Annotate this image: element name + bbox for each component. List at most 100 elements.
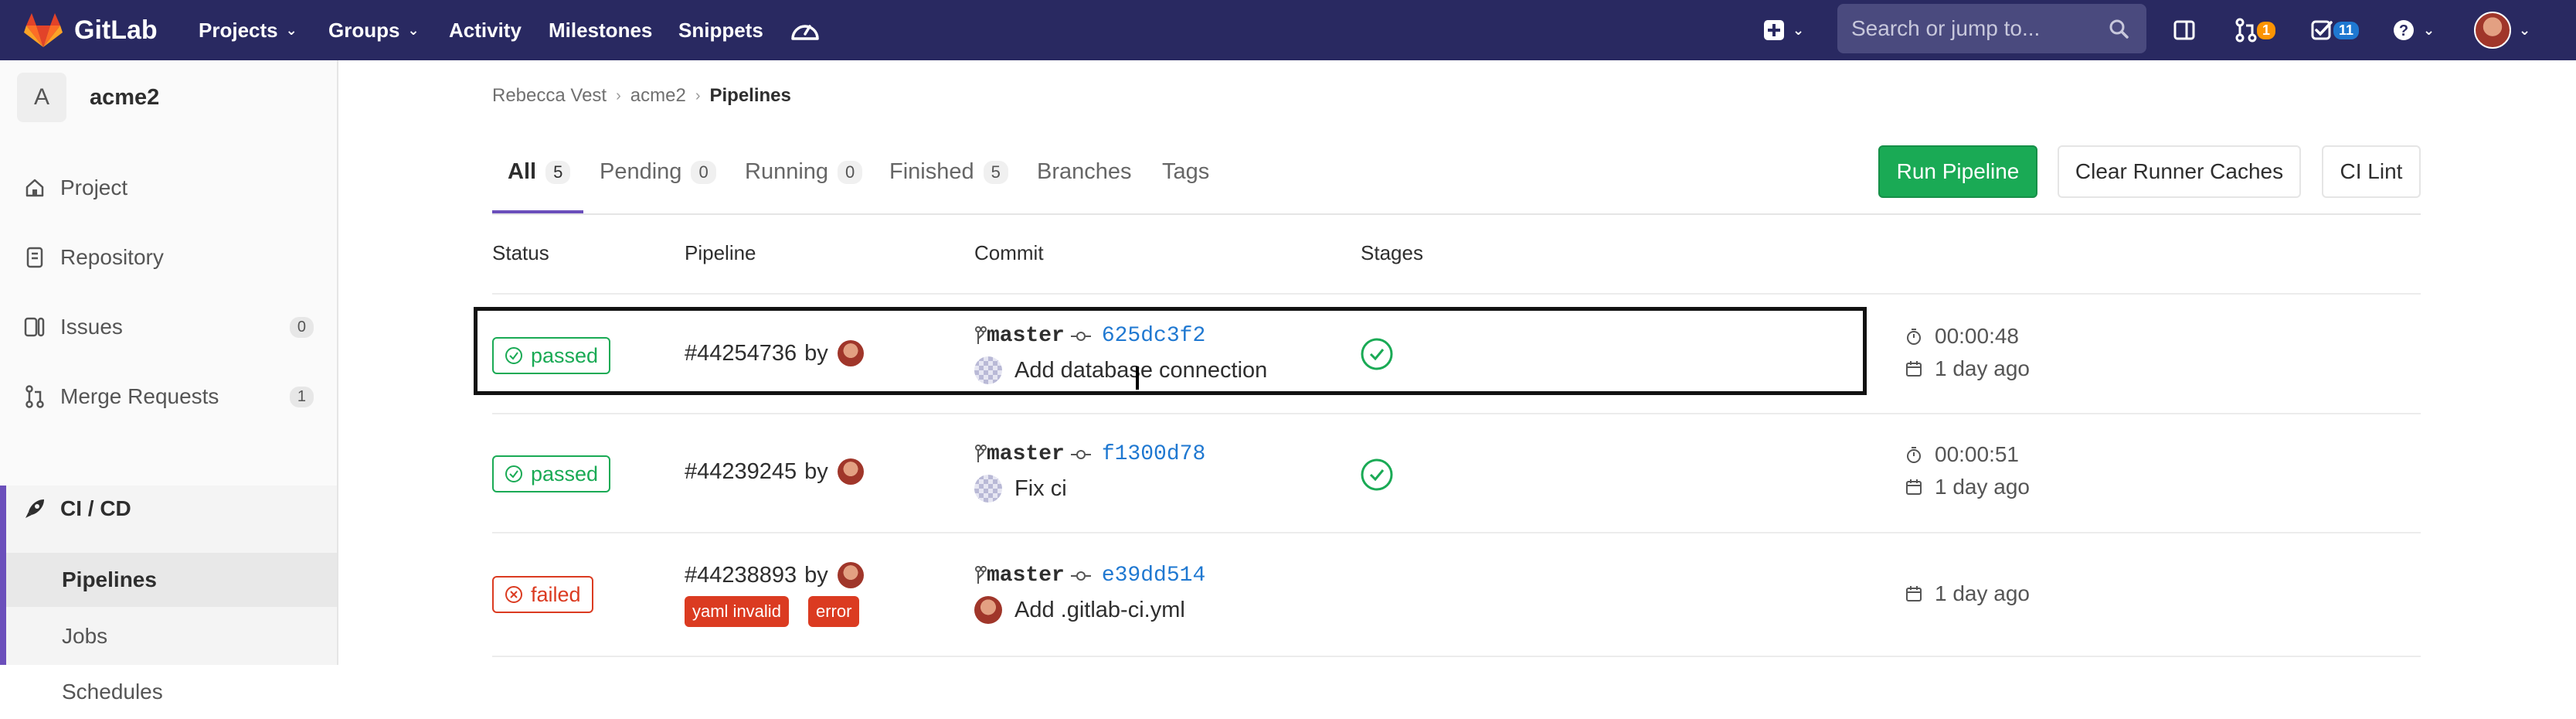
tab-running[interactable]: Running 0: [745, 159, 863, 185]
nav-groups[interactable]: Groups ⌄: [328, 0, 420, 60]
commit-sha-link[interactable]: f1300d78: [1102, 442, 1205, 466]
run-pipeline-button[interactable]: Run Pipeline: [1878, 145, 2037, 198]
sidebar-panel-button[interactable]: [2173, 0, 2196, 60]
pipeline-id-cell: #44239245 by: [685, 458, 864, 485]
error-label[interactable]: error: [808, 596, 860, 627]
triggerer-avatar[interactable]: [837, 458, 864, 485]
chevron-down-icon: ⌄: [1793, 22, 1805, 38]
sidebar-subitem-pipelines[interactable]: Pipelines: [6, 553, 337, 607]
sidebar-item-issues[interactable]: Issues 0: [0, 304, 337, 350]
author-identicon[interactable]: [974, 475, 1002, 503]
pipeline-by-label: by: [804, 562, 828, 588]
search-box[interactable]: [1837, 4, 2146, 53]
pipeline-link[interactable]: #44239245: [685, 459, 797, 485]
commit-message-link[interactable]: Add .gitlab-ci.yml: [1014, 598, 1185, 623]
breadcrumb-owner[interactable]: Rebecca Vest: [492, 85, 607, 107]
tab-label: Branches: [1037, 159, 1132, 184]
yaml-invalid-label[interactable]: yaml invalid: [685, 596, 789, 627]
commit-sha-link[interactable]: 625dc3f2: [1102, 324, 1205, 348]
doc-icon: [23, 247, 46, 268]
nav-projects[interactable]: Projects ⌄: [199, 0, 297, 60]
tab-count: 0: [838, 160, 863, 184]
merge-requests-button[interactable]: 1: [2235, 0, 2276, 60]
user-menu-dropdown[interactable]: ⌄: [2474, 0, 2530, 60]
pipeline-link[interactable]: #44238893: [685, 563, 797, 588]
search-input[interactable]: [1850, 15, 2108, 42]
breadcrumb-current[interactable]: Pipelines: [709, 85, 790, 107]
ci-lint-button[interactable]: CI Lint: [2322, 145, 2421, 198]
status-label: passed: [531, 462, 599, 486]
sidebar-subitem-schedules[interactable]: Schedules: [6, 665, 337, 719]
sidebar-item-merge-requests[interactable]: Merge Requests 1: [0, 373, 337, 420]
chevron-right-icon: ›: [695, 87, 701, 104]
pipeline-link[interactable]: #44254736: [685, 341, 797, 366]
tab-all[interactable]: All 5: [508, 159, 571, 185]
tab-branches[interactable]: Branches: [1037, 159, 1132, 185]
commit-icon: [1070, 449, 1091, 460]
branch-link[interactable]: master: [987, 324, 1065, 348]
nav-projects-label: Projects: [199, 18, 278, 42]
calendar-icon: [1905, 360, 1922, 377]
check-circle-icon: [505, 347, 522, 364]
stage-passed-icon[interactable]: [1360, 458, 1394, 492]
commit-message-row: Add database connection: [974, 356, 1267, 384]
help-dropdown[interactable]: ? ⌄: [2392, 0, 2435, 60]
sidebar-subitem-jobs[interactable]: Jobs: [6, 609, 337, 663]
nav-milestones[interactable]: Milestones: [549, 0, 652, 60]
table-divider: [492, 293, 2421, 295]
gitlab-home-link[interactable]: GitLab: [23, 9, 158, 51]
project-sidebar: A acme2 Project Repository Issues 0 Merg…: [0, 60, 338, 704]
todos-button[interactable]: 11: [2310, 0, 2360, 60]
sidebar-subitem-label: Jobs: [62, 624, 108, 648]
finished-at-value: 1 day ago: [1935, 475, 2030, 499]
tab-finished[interactable]: Finished 5: [889, 159, 1008, 185]
commit-sha-link[interactable]: e39dd514: [1102, 564, 1205, 588]
pipeline-id-cell: #44254736 by: [685, 340, 864, 366]
finished-at-value: 1 day ago: [1935, 581, 2030, 605]
column-header-commit: Commit: [974, 241, 1044, 264]
todo-check-icon: [2311, 20, 2333, 40]
status-badge-passed[interactable]: passed: [492, 455, 611, 492]
status-badge-failed[interactable]: failed: [492, 576, 593, 613]
table-divider: [492, 656, 2421, 657]
chevron-down-icon: ⌄: [2519, 22, 2531, 38]
branch-icon: [975, 444, 987, 462]
calendar-icon: [1905, 585, 1922, 602]
duration-value: 00:00:48: [1935, 324, 2019, 348]
issues-icon: [23, 316, 46, 338]
pipeline-by-label: by: [804, 458, 828, 484]
brand-name: GitLab: [74, 15, 158, 45]
calendar-icon: [1905, 479, 1922, 496]
tab-tags[interactable]: Tags: [1162, 159, 1209, 185]
commit-icon: [1070, 571, 1091, 581]
author-avatar[interactable]: [974, 596, 1002, 624]
commit-message-link[interactable]: Add database connection: [1014, 358, 1267, 383]
clear-runner-caches-button[interactable]: Clear Runner Caches: [2058, 145, 2301, 198]
sidebar-project-header[interactable]: A acme2: [17, 73, 159, 122]
branch-link[interactable]: master: [987, 564, 1065, 588]
sidebar-item-label: Repository: [60, 245, 164, 269]
new-item-dropdown[interactable]: ⌄: [1763, 0, 1804, 60]
text-cursor-icon: [1136, 366, 1139, 390]
author-identicon[interactable]: [974, 356, 1002, 384]
duration-value: 00:00:51: [1935, 442, 2019, 466]
tab-pending[interactable]: Pending 0: [600, 159, 716, 185]
svg-text:?: ?: [2399, 22, 2408, 39]
triggerer-avatar[interactable]: [837, 562, 864, 588]
nav-snippets[interactable]: Snippets: [678, 0, 763, 60]
status-badge-passed[interactable]: passed: [492, 337, 611, 374]
table-divider: [492, 413, 2421, 414]
sidebar-item-project[interactable]: Project: [0, 165, 337, 211]
triggerer-avatar[interactable]: [837, 340, 864, 366]
breadcrumb-project[interactable]: acme2: [630, 85, 686, 107]
sidebar-item-repository[interactable]: Repository: [0, 234, 337, 281]
branch-link[interactable]: master: [987, 442, 1065, 466]
stage-passed-icon[interactable]: [1360, 337, 1394, 371]
sidebar-item-cicd[interactable]: CI / CD: [6, 486, 337, 532]
nav-activity[interactable]: Activity: [449, 0, 522, 60]
column-header-status: Status: [492, 241, 549, 264]
merge-request-icon: [2235, 18, 2257, 43]
commit-message-link[interactable]: Fix ci: [1014, 476, 1067, 502]
admin-area-link[interactable]: [790, 0, 821, 60]
tab-label: All: [508, 159, 537, 184]
